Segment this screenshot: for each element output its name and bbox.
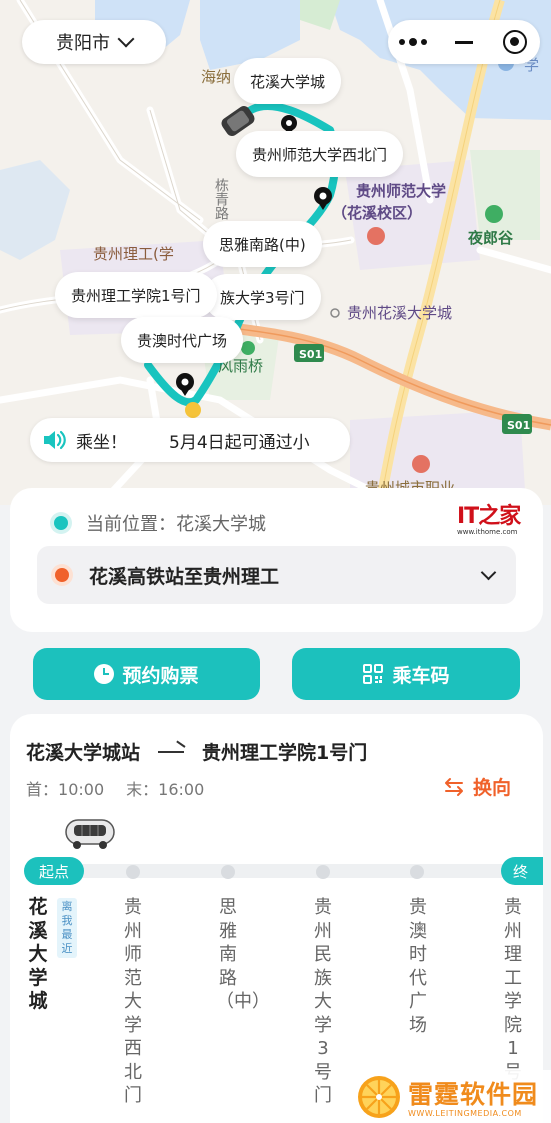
speaker-icon <box>44 430 66 450</box>
first-bus-time: 10:00 <box>58 780 105 799</box>
map-stop-bubble[interactable]: 花溪大学城 <box>234 58 342 104</box>
map-stop-bubble[interactable]: 贵澳时代广场 <box>121 317 244 363</box>
current-location-dot <box>54 516 68 530</box>
stop-dot <box>126 865 140 879</box>
miniapp-capsule <box>388 20 540 64</box>
ithome-logo: IT之家 <box>457 504 521 529</box>
map-label-huaxi-univ-city: 贵州花溪大学城 <box>347 304 452 322</box>
map-label-guizhou-normal: 贵州师范大学 <box>356 182 446 200</box>
map-stop-bubble[interactable]: 贵州师范大学西北门 <box>236 131 404 177</box>
ithome-watermark: IT之家 www.ithome.com <box>457 498 527 538</box>
last-bus-label: 末： <box>126 780 159 799</box>
stop-dot <box>410 865 424 879</box>
map-label-s01b: S01 <box>507 419 530 432</box>
map-stop-bubble[interactable]: 思雅南路(中) <box>203 221 322 267</box>
service-times: 首：10:00 末：16:00 <box>26 776 204 800</box>
current-location-label: 当前位置： <box>86 514 176 535</box>
bus-icon <box>65 819 115 849</box>
map-label-dongqing: 栋青路 <box>213 177 229 220</box>
route-track <box>26 864 543 878</box>
line-from: 花溪大学城站 <box>26 742 141 764</box>
more-dots-icon <box>399 37 428 46</box>
minimize-button[interactable] <box>439 20 490 64</box>
map-view[interactable]: 海纳 贵州师范大学 （花溪校区） 夜郎谷 贵州理工(学 贵州花溪大学城 风雨桥 … <box>0 0 551 505</box>
start-badge: 起点 <box>24 857 84 885</box>
reverse-direction-button[interactable]: 换向 <box>443 773 511 800</box>
announcement-bar[interactable]: 乘坐！ 5月4日起可通过小 <box>30 418 350 462</box>
map-label-guizhou-ligong: 贵州理工(学 <box>93 245 174 263</box>
city-selector[interactable]: 贵阳市 <box>22 20 166 64</box>
watermark-url: WWW.LEITINGMEDIA.COM <box>408 1109 522 1118</box>
first-bus-label: 首： <box>26 780 59 799</box>
map-label-hainafeng: 海纳 <box>201 68 231 86</box>
close-target-icon <box>502 30 527 54</box>
reverse-label: 换向 <box>472 777 511 799</box>
qr-code-icon <box>363 664 384 684</box>
minimize-icon <box>455 40 473 44</box>
map-label-yelanggu: 夜郎谷 <box>467 229 514 247</box>
stop-dot <box>316 865 330 879</box>
line-direction: 花溪大学城站 贵州理工学院1号门 <box>26 738 367 765</box>
route-selector[interactable]: 花溪高铁站至贵州理工 <box>37 546 516 604</box>
timeline-stop[interactable]: 贵澳时代广场 <box>406 896 430 1037</box>
end-badge: 终 <box>501 857 543 885</box>
current-location-row: 当前位置：花溪大学城 <box>54 510 266 536</box>
swap-icon <box>444 777 463 796</box>
timeline-stop[interactable]: 贵州理工学院1号 <box>501 896 525 1084</box>
nearest-tag: 离我最近 <box>57 898 77 958</box>
line-card: 花溪大学城站 贵州理工学院1号门 首：10:00 末：16:00 换向 起点 终… <box>10 714 543 1123</box>
timeline-stop[interactable]: 贵州民族大学3号门 <box>311 896 335 1108</box>
chevron-down-icon <box>480 564 497 581</box>
announcement-text: 5月4日起可通过小 <box>169 432 310 453</box>
orange-slice-logo <box>358 1075 400 1118</box>
current-location-value: 花溪大学城 <box>176 514 266 535</box>
stop-dot <box>221 865 235 879</box>
city-name: 贵阳市 <box>56 33 110 54</box>
timeline-stop[interactable]: 思雅南路（中） <box>216 896 270 1014</box>
clock-icon <box>94 664 115 684</box>
close-miniapp-button[interactable] <box>489 20 540 64</box>
watermark-name: 雷霆软件园 <box>408 1080 539 1109</box>
ithome-url: www.ithome.com <box>457 528 518 536</box>
ride-code-label: 乘车码 <box>392 664 450 687</box>
timeline-stop[interactable]: 花溪大学城 <box>26 896 50 1014</box>
map-stop-bubble[interactable]: 贵州理工学院1号门 <box>55 272 217 318</box>
arrow-right-icon <box>158 750 185 753</box>
book-ticket-label: 预约购票 <box>122 664 199 687</box>
timeline-stop[interactable]: 贵州师范大学西北门 <box>121 896 145 1108</box>
route-card: 当前位置：花溪大学城 IT之家 www.ithome.com 花溪高铁站至贵州理… <box>10 488 543 632</box>
more-button[interactable] <box>388 20 439 64</box>
announcement-lead: 乘坐！ <box>76 432 127 453</box>
map-label-s01: S01 <box>299 348 322 361</box>
map-label-huaxi-campus: （花溪校区） <box>332 204 422 222</box>
leiting-watermark: 雷霆软件园 WWW.LEITINGMEDIA.COM <box>352 1070 551 1123</box>
ride-code-button[interactable]: 乘车码 <box>292 648 520 700</box>
book-ticket-button[interactable]: 预约购票 <box>33 648 260 700</box>
line-to: 贵州理工学院1号门 <box>202 742 368 764</box>
map-stop-bubble[interactable]: 族大学3号门 <box>204 274 321 320</box>
route-dot <box>55 568 69 582</box>
route-name: 花溪高铁站至贵州理工 <box>89 565 280 588</box>
last-bus-time: 16:00 <box>158 780 205 799</box>
chevron-down-icon <box>117 30 135 48</box>
